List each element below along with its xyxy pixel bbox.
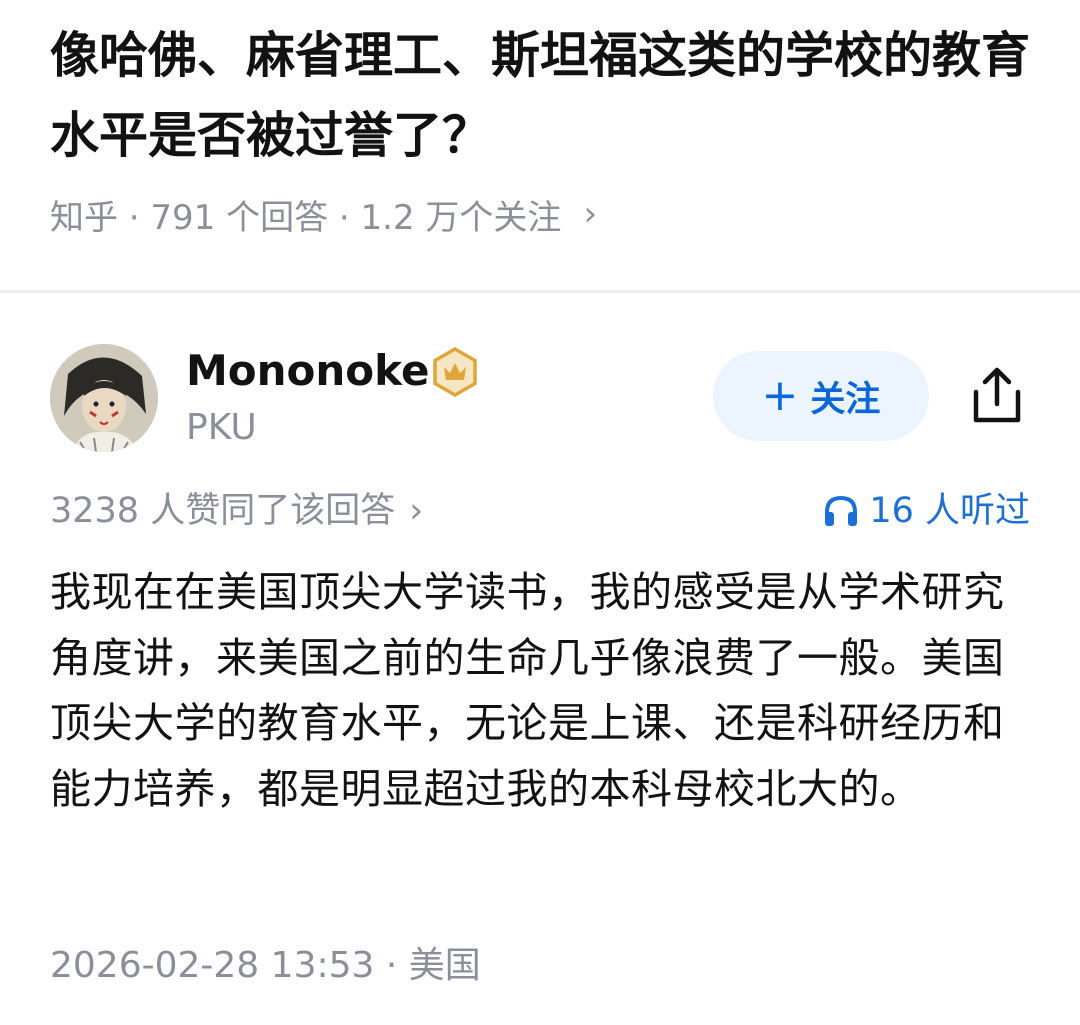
likes-count[interactable]: 3238 人赞同了该回答 › xyxy=(50,486,423,536)
avatar-image xyxy=(50,344,158,452)
question-title[interactable]: 像哈佛、麻省理工、斯坦福这类的学校的教育水平是否被过誉了？ xyxy=(50,16,1040,176)
chevron-right-icon: › xyxy=(409,491,424,531)
crown-badge-icon xyxy=(430,346,480,398)
chevron-right-icon: › xyxy=(583,194,598,234)
follow-button[interactable]: + 关注 xyxy=(713,351,929,441)
headphones-icon xyxy=(825,495,858,526)
author-name[interactable]: Mononoke xyxy=(186,343,429,399)
answer-body[interactable]: 我现在在美国顶尖大学读书，我的感受是从学术研究角度讲，来美国之前的生命几乎像浪费… xyxy=(50,560,1030,822)
listen-count[interactable]: 16 人听过 xyxy=(823,486,1030,536)
author-bio: PKU xyxy=(186,407,257,448)
share-button[interactable] xyxy=(962,360,1032,430)
follow-label: 关注 xyxy=(810,379,881,420)
question-meta[interactable]: 知乎 · 791 个回答 · 1.2 万个关注 › xyxy=(50,190,597,238)
answer-timestamp: 2026-02-28 13:53 · 美国 xyxy=(50,945,481,986)
listen-text: 16 人听过 xyxy=(869,491,1030,531)
share-icon xyxy=(973,367,1021,423)
likes-text: 3238 人赞同了该回答 xyxy=(50,491,396,531)
plus-icon: + xyxy=(761,370,799,421)
divider xyxy=(0,290,1080,293)
question-meta-text: 知乎 · 791 个回答 · 1.2 万个关注 xyxy=(50,197,562,238)
avatar[interactable] xyxy=(50,344,158,452)
